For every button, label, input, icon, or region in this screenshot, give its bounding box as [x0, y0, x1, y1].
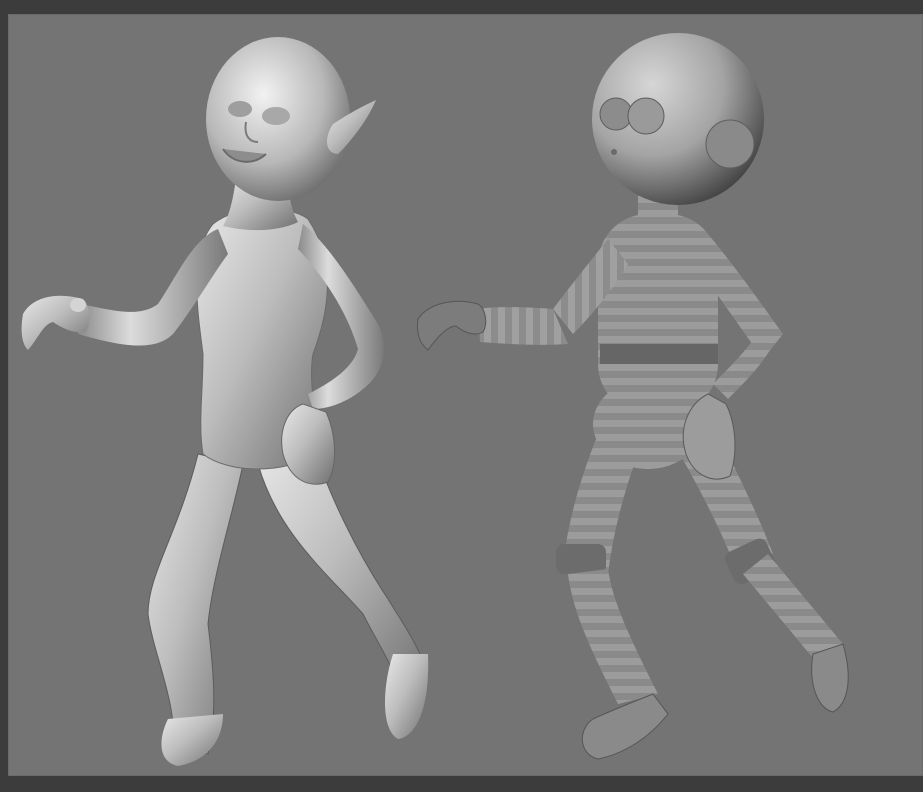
rig-left-foot: [581, 693, 669, 760]
rig-eye-right: [627, 97, 665, 135]
rig-left-shin: [568, 569, 658, 704]
rig-right-foot: [811, 643, 849, 713]
rig-torso: [598, 214, 718, 414]
sculpted-elf-figure: [21, 37, 429, 766]
elf-left-leg: [147, 453, 244, 755]
rig-ear: [705, 119, 755, 169]
rig-eye-left: [599, 97, 633, 131]
rig-left-forearm: [478, 307, 568, 345]
segmented-rig-figure: [417, 33, 849, 760]
rig-right-forearm: [713, 324, 778, 399]
elf-eye-left: [228, 101, 252, 117]
rig-right-shin: [743, 554, 843, 664]
rig-nose: [611, 149, 617, 155]
scene-render: [21, 33, 849, 766]
rig-waist-band: [600, 344, 718, 364]
elf-right-foot: [384, 654, 429, 739]
window-frame: [0, 0, 923, 792]
elf-eye-right: [262, 107, 290, 125]
rig-left-knee-band: [556, 544, 606, 574]
rig-left-hand: [417, 300, 487, 351]
render-viewport: [8, 14, 923, 776]
elf-left-knuckle: [70, 298, 86, 312]
elf-left-foot: [161, 714, 223, 766]
